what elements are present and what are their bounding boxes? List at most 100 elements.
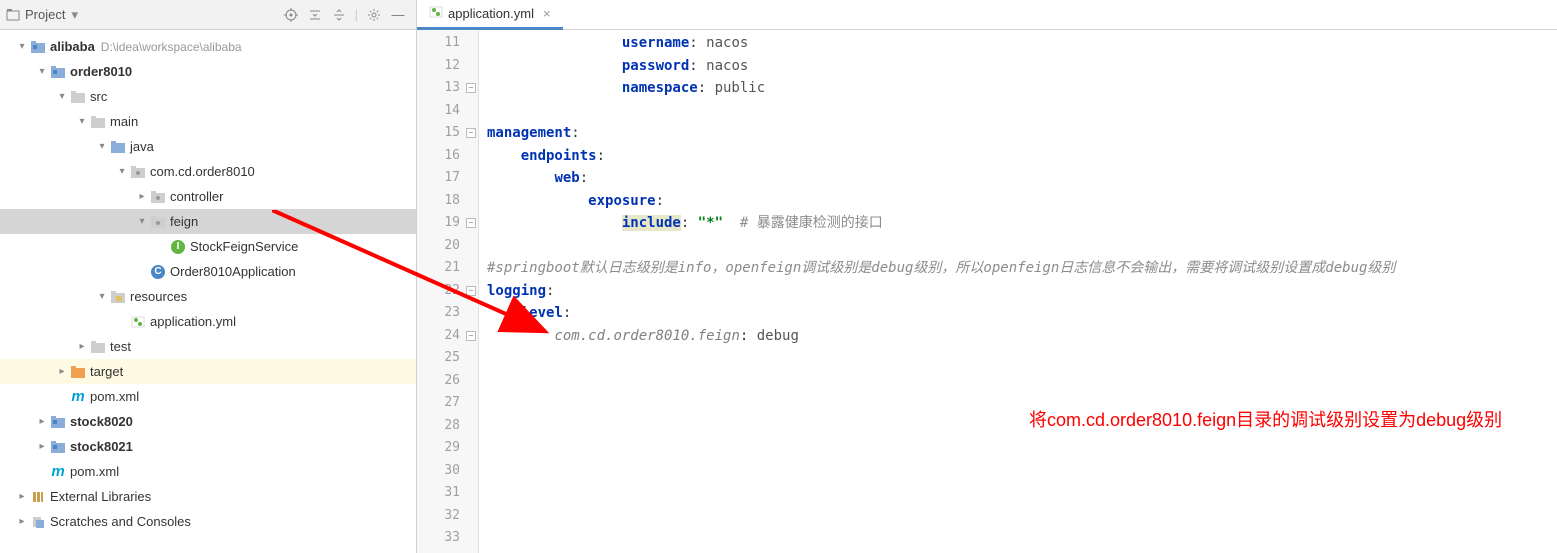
project-icon [6, 8, 20, 22]
project-dropdown[interactable]: Project [25, 7, 65, 22]
code-line [479, 370, 1557, 393]
editor-area: 11 12 13− 14 15− 16 17 18 19− 20 21 22− … [417, 30, 1557, 553]
tree-root[interactable]: ▾ alibaba D:\idea\workspace\alibaba [0, 34, 416, 59]
maven-icon: m [70, 389, 86, 405]
tree-stock8020[interactable]: ▸ stock8020 [0, 409, 416, 434]
gear-icon[interactable] [363, 4, 385, 26]
chevron-right-icon[interactable]: ▸ [136, 191, 148, 202]
folder-icon [90, 339, 106, 355]
gutter-line: 29 [417, 437, 478, 460]
maven-icon: m [50, 464, 66, 480]
tree-target[interactable]: ▸ target [0, 359, 416, 384]
chevron-down-icon[interactable]: ▾ [16, 41, 28, 52]
fold-icon[interactable]: − [466, 128, 476, 138]
chevron-down-icon[interactable]: ▾ [96, 291, 108, 302]
expand-icon[interactable] [328, 4, 350, 26]
chevron-down-icon[interactable]: ▾ [71, 7, 78, 23]
tree-java[interactable]: ▾ java [0, 134, 416, 159]
code-line: username: nacos [479, 32, 1557, 55]
chevron-down-icon[interactable]: ▾ [76, 116, 88, 127]
gutter-line: 13− [417, 77, 478, 100]
tree-scratches[interactable]: ▸ Scratches and Consoles [0, 509, 416, 534]
tree-feign[interactable]: ▾ feign [0, 209, 416, 234]
tree-pom1[interactable]: m pom.xml [0, 384, 416, 409]
code-line: logging: [479, 280, 1557, 303]
excluded-folder-icon [70, 364, 86, 380]
code-line [479, 100, 1557, 123]
code-line [479, 347, 1557, 370]
tree-controller[interactable]: ▸ controller [0, 184, 416, 209]
collapse-icon[interactable] [304, 4, 326, 26]
code-line: exposure: [479, 190, 1557, 213]
close-icon[interactable]: × [543, 6, 551, 21]
tree-app-yml[interactable]: application.yml [0, 309, 416, 334]
gutter-line: 26 [417, 370, 478, 393]
gutter-line: 31 [417, 482, 478, 505]
library-icon [30, 489, 46, 505]
tab-application-yml[interactable]: application.yml × [417, 0, 563, 30]
tree-label: com.cd.order8010 [150, 164, 255, 179]
chevron-right-icon[interactable]: ▸ [16, 491, 28, 502]
tree-label: pom.xml [70, 464, 119, 479]
locate-icon[interactable] [280, 4, 302, 26]
chevron-down-icon[interactable]: ▾ [116, 166, 128, 177]
code-line: include: "*" # 暴露健康检测的接口 [479, 212, 1557, 235]
gutter-line: 14 [417, 100, 478, 123]
tree-label: target [90, 364, 123, 379]
code-line: endpoints: [479, 145, 1557, 168]
gutter-line: 33 [417, 527, 478, 550]
gutter-line: 17 [417, 167, 478, 190]
module-icon [50, 439, 66, 455]
code-line: web: [479, 167, 1557, 190]
code-line: management: [479, 122, 1557, 145]
chevron-right-icon[interactable]: ▸ [56, 366, 68, 377]
tree-label: src [90, 89, 107, 104]
code-line [479, 437, 1557, 460]
code-editor[interactable]: username: nacos password: nacos namespac… [479, 30, 1557, 553]
gutter-line: 25 [417, 347, 478, 370]
tree-label: pom.xml [90, 389, 139, 404]
gutter-line: 18 [417, 190, 478, 213]
code-line: namespace: public [479, 77, 1557, 100]
fold-icon[interactable]: − [466, 286, 476, 296]
tree-label: main [110, 114, 138, 129]
tree-pom2[interactable]: m pom.xml [0, 459, 416, 484]
tree-stock-feign-service[interactable]: I StockFeignService [0, 234, 416, 259]
project-tree[interactable]: ▾ alibaba D:\idea\workspace\alibaba ▾ or… [0, 30, 417, 553]
tree-label: stock8020 [70, 414, 133, 429]
scratches-icon [30, 514, 46, 530]
tree-order-app[interactable]: C Order8010Application [0, 259, 416, 284]
chevron-right-icon[interactable]: ▸ [16, 516, 28, 527]
tree-external-libraries[interactable]: ▸ External Libraries [0, 484, 416, 509]
fold-icon[interactable]: − [466, 331, 476, 341]
chevron-down-icon[interactable]: ▾ [96, 141, 108, 152]
code-line [479, 505, 1557, 528]
chevron-right-icon[interactable]: ▸ [36, 441, 48, 452]
chevron-right-icon[interactable]: ▸ [36, 416, 48, 427]
tree-package[interactable]: ▾ com.cd.order8010 [0, 159, 416, 184]
hide-icon[interactable]: — [387, 4, 409, 26]
gutter-line: 24− [417, 325, 478, 348]
package-icon [150, 214, 166, 230]
gutter-line: 32 [417, 505, 478, 528]
chevron-right-icon[interactable]: ▸ [76, 341, 88, 352]
tree-order8010[interactable]: ▾ order8010 [0, 59, 416, 84]
module-icon [30, 39, 46, 55]
chevron-down-icon[interactable]: ▾ [136, 216, 148, 227]
tree-src[interactable]: ▾ src [0, 84, 416, 109]
tree-main[interactable]: ▾ main [0, 109, 416, 134]
fold-icon[interactable]: − [466, 218, 476, 228]
gutter-line: 12 [417, 55, 478, 78]
tree-resources[interactable]: ▾ resources [0, 284, 416, 309]
resources-folder-icon [110, 289, 126, 305]
chevron-down-icon[interactable]: ▾ [56, 91, 68, 102]
gutter-line: 20 [417, 235, 478, 258]
code-line: password: nacos [479, 55, 1557, 78]
tree-stock8021[interactable]: ▸ stock8021 [0, 434, 416, 459]
chevron-down-icon[interactable]: ▾ [36, 66, 48, 77]
tree-test[interactable]: ▸ test [0, 334, 416, 359]
fold-icon[interactable]: − [466, 83, 476, 93]
gutter-line: 30 [417, 460, 478, 483]
code-line [479, 527, 1557, 550]
class-icon: C [150, 264, 166, 280]
